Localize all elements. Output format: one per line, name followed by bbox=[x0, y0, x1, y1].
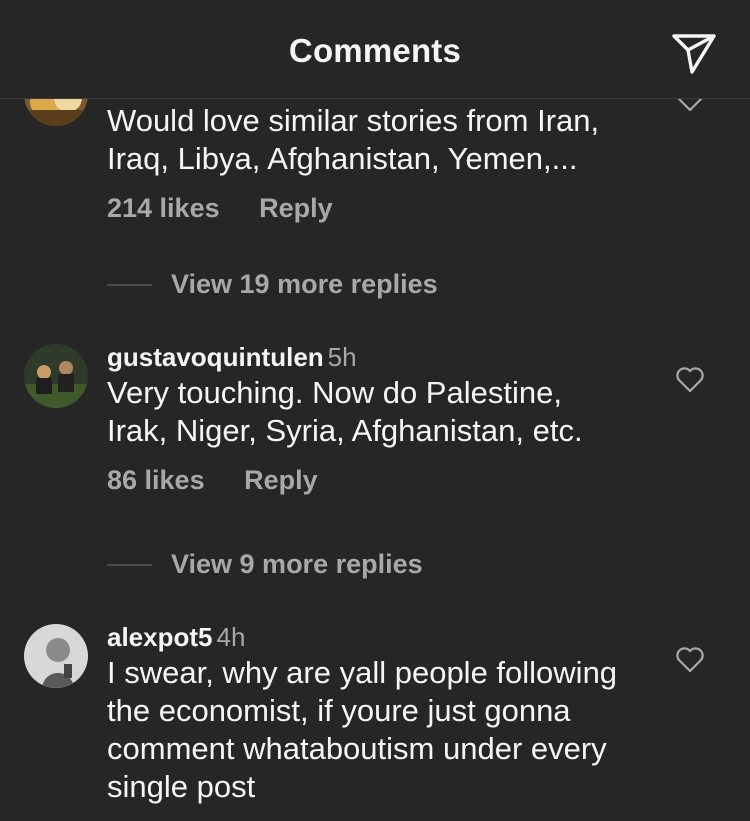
divider-line bbox=[107, 284, 152, 286]
timestamp: 5h bbox=[327, 342, 357, 372]
heart-icon[interactable] bbox=[676, 367, 704, 393]
comments-header: Comments bbox=[0, 0, 750, 99]
likes-count[interactable]: 86 likes bbox=[107, 465, 205, 495]
avatar[interactable] bbox=[24, 344, 88, 408]
timestamp: 4h bbox=[216, 622, 246, 652]
heart-icon[interactable] bbox=[676, 647, 704, 673]
comment-text: Would love similar stories from Iran, Ir… bbox=[107, 103, 600, 176]
view-replies-label: View 19 more replies bbox=[171, 269, 438, 299]
avatar[interactable] bbox=[24, 624, 88, 688]
comment-text: I swear, why are yall people following t… bbox=[107, 655, 618, 804]
likes-count[interactable]: 214 likes bbox=[107, 193, 220, 223]
comment-text: Very touching. Now do Palestine, Irak, N… bbox=[107, 375, 583, 448]
view-replies-label: View 9 more replies bbox=[171, 549, 423, 579]
reply-button[interactable]: Reply bbox=[259, 193, 333, 223]
divider-line bbox=[107, 564, 152, 566]
username[interactable]: gustavoquintulen bbox=[107, 342, 324, 372]
paper-plane-icon[interactable] bbox=[670, 30, 718, 76]
reply-button[interactable]: Reply bbox=[244, 465, 318, 495]
page-title: Comments bbox=[288, 32, 462, 69]
username[interactable]: alexpot5 bbox=[107, 622, 213, 652]
comments-feed[interactable]: Would love similar stories from Iran, Ir… bbox=[0, 0, 750, 821]
